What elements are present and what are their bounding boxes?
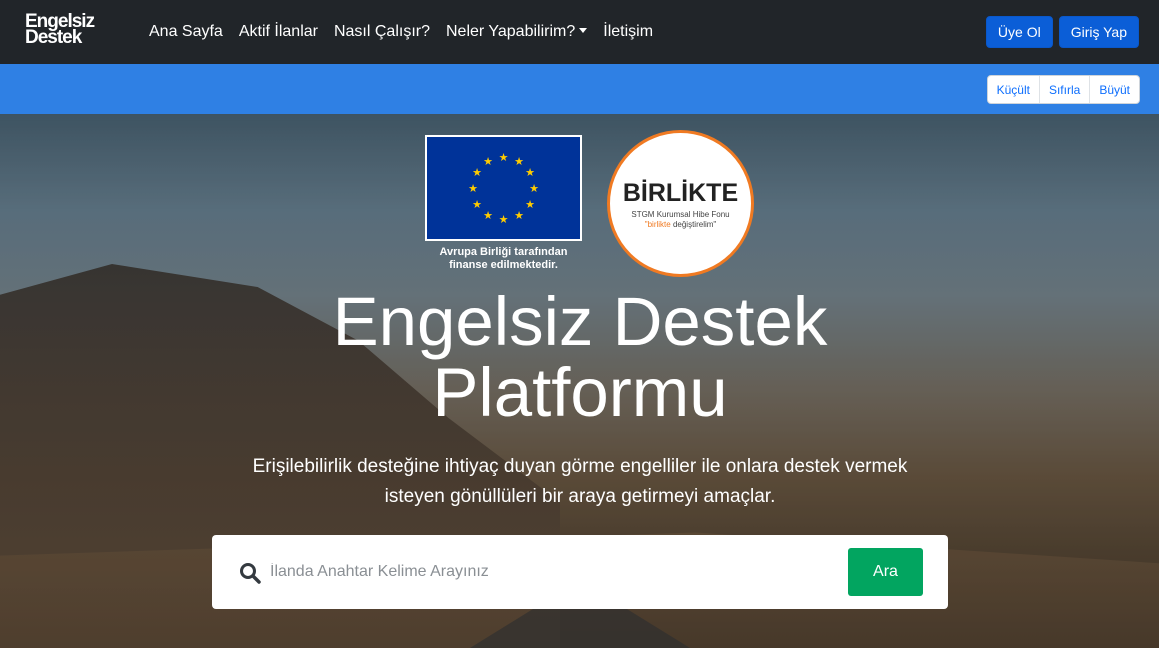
search-input[interactable] xyxy=(270,557,830,587)
login-button[interactable]: Giriş Yap xyxy=(1058,16,1139,48)
hero-section: ★ ★ ★ ★ ★ ★ ★ ★ ★ ★ ★ ★ Avrupa Birliği t… xyxy=(0,114,1159,648)
birlikte-subtitle: STGM Kurumsal Hibe Fonu xyxy=(631,209,730,219)
birlikte-tagline-accent: "birlikte xyxy=(644,219,671,229)
page-title-line1: Engelsiz Destek xyxy=(332,283,828,360)
svg-text:★: ★ xyxy=(499,213,509,226)
brand-logo[interactable]: Engelsiz Destek xyxy=(25,12,105,50)
nav-item-contact[interactable]: İletişim xyxy=(595,23,661,41)
nav-item-active-listings[interactable]: Aktif İlanlar xyxy=(231,23,326,41)
svg-text:★: ★ xyxy=(525,166,535,179)
eu-caption-line2: finanse edilmektedir. xyxy=(449,259,558,271)
birlikte-title: BİRLİKTE xyxy=(622,178,739,207)
signup-button[interactable]: Üye Ol xyxy=(985,16,1053,48)
brand-line2: Destek xyxy=(25,27,82,48)
svg-text:★: ★ xyxy=(483,155,493,168)
search-box: Ara xyxy=(212,535,948,609)
nav-item-what-can-i-do-dropdown[interactable]: Neler Yapabilirim? xyxy=(438,23,595,41)
eu-caption: Avrupa Birliği tarafından finanse edilme… xyxy=(425,246,582,272)
eu-stars-icon: ★ ★ ★ ★ ★ ★ ★ ★ ★ ★ ★ ★ xyxy=(468,151,539,226)
font-increase-button[interactable]: Büyüt xyxy=(1090,76,1139,103)
svg-text:★: ★ xyxy=(499,151,509,164)
svg-text:★: ★ xyxy=(468,182,478,195)
eu-logo: ★ ★ ★ ★ ★ ★ ★ ★ ★ ★ ★ ★ Avrupa Birliği t… xyxy=(425,135,582,275)
hero-subtitle-line1: Erişilebilirlik desteğine ihtiyaç duyan … xyxy=(252,456,908,477)
nav-item-what-can-i-do-label: Neler Yapabilirim? xyxy=(446,23,576,40)
nav-item-how-it-works[interactable]: Nasıl Çalışır? xyxy=(326,23,438,41)
caret-down-icon xyxy=(579,28,588,33)
hero-subtitle: Erişilebilirlik desteğine ihtiyaç duyan … xyxy=(200,452,960,512)
search-icon xyxy=(240,563,261,584)
page-title: Engelsiz Destek Platformu xyxy=(230,286,930,428)
svg-text:★: ★ xyxy=(514,209,524,222)
page-title-line2: Platformu xyxy=(432,354,728,431)
hero-subtitle-line2: isteyen gönüllüleri bir araya getirmeyi … xyxy=(384,486,776,507)
svg-text:★: ★ xyxy=(483,209,493,222)
birlikte-tagline-rest: değiştirelim" xyxy=(672,219,717,229)
svg-text:★: ★ xyxy=(472,198,482,211)
font-reset-button[interactable]: Sıfırla xyxy=(1040,76,1091,103)
svg-text:★: ★ xyxy=(514,155,524,168)
navbar: Engelsiz Destek Ana Sayfa Aktif İlanlar … xyxy=(0,0,1159,64)
accessibility-bar: Küçült Sıfırla Büyüt xyxy=(0,64,1159,114)
svg-text:★: ★ xyxy=(529,182,539,195)
eu-flag-icon: ★ ★ ★ ★ ★ ★ ★ ★ ★ ★ ★ ★ xyxy=(425,135,582,241)
eu-caption-line1: Avrupa Birliği tarafından xyxy=(439,246,568,258)
search-button[interactable]: Ara xyxy=(848,548,923,596)
svg-text:★: ★ xyxy=(472,166,482,179)
birlikte-logo: BİRLİKTE STGM Kurumsal Hibe Fonu "birlik… xyxy=(607,130,754,277)
birlikte-tagline: "birlikte değiştirelim" xyxy=(645,220,717,229)
nav-item-home[interactable]: Ana Sayfa xyxy=(141,23,231,41)
font-size-controls: Küçült Sıfırla Büyüt xyxy=(986,75,1140,104)
svg-text:★: ★ xyxy=(525,198,535,211)
font-decrease-button[interactable]: Küçült xyxy=(988,76,1040,103)
nav-links: Ana Sayfa Aktif İlanlar Nasıl Çalışır? N… xyxy=(141,0,661,64)
auth-buttons: Üye Ol Giriş Yap xyxy=(985,16,1139,48)
